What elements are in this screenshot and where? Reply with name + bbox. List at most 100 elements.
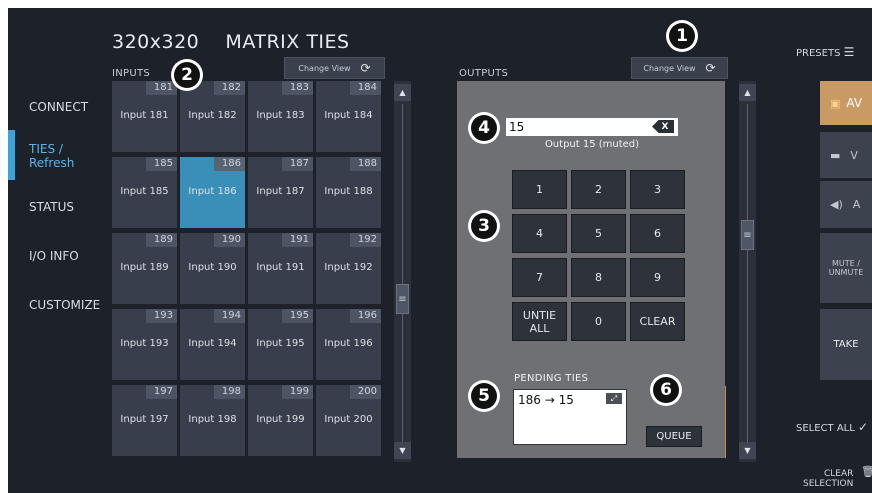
- input-cell[interactable]: 181 Input 181: [112, 81, 177, 152]
- key-8[interactable]: 8: [571, 258, 626, 297]
- output-number-field[interactable]: 15 X: [506, 118, 678, 136]
- input-label: Input 186: [188, 186, 237, 197]
- mute-unmute-button[interactable]: MUTE / UNMUTE: [820, 233, 872, 303]
- input-cell[interactable]: 185 Input 185: [112, 157, 177, 228]
- input-number: 197: [146, 385, 177, 399]
- input-cell[interactable]: 194 Input 194: [180, 309, 245, 380]
- input-number: 200: [350, 385, 381, 399]
- outputs-scroll-down-button[interactable]: ▼: [739, 442, 756, 459]
- take-button[interactable]: TAKE: [820, 309, 872, 380]
- outputs-change-view-button[interactable]: Change View ⟳: [631, 57, 728, 79]
- inputs-scroll-down-button[interactable]: ▼: [394, 442, 411, 459]
- pending-tie-entry: 186 → 15: [518, 393, 574, 407]
- queue-button[interactable]: QUEUE: [646, 426, 702, 447]
- input-number: 189: [146, 233, 177, 247]
- key-3[interactable]: 3: [630, 170, 685, 209]
- key-1[interactable]: 1: [512, 170, 567, 209]
- backspace-icon[interactable]: X: [652, 120, 674, 133]
- presets-label: PRESETS: [796, 48, 841, 59]
- clear-selection-label: CLEAR SELECTION: [803, 469, 854, 489]
- input-cell[interactable]: 196 Input 196: [316, 309, 381, 380]
- key-6[interactable]: 6: [630, 214, 685, 253]
- callout-6: 6: [650, 374, 682, 406]
- nav-status[interactable]: STATUS: [8, 200, 108, 214]
- nav-ties-refresh[interactable]: TIES / Refresh: [8, 142, 108, 170]
- input-cell[interactable]: 197 Input 197: [112, 385, 177, 456]
- key-0[interactable]: 0: [571, 302, 626, 341]
- input-label: Input 189: [120, 262, 169, 273]
- input-label: Input 198: [188, 414, 237, 425]
- av-label: AV: [846, 96, 863, 110]
- input-label: Input 196: [324, 338, 373, 349]
- inputs-change-view-button[interactable]: Change View ⟳: [284, 57, 385, 79]
- input-cell[interactable]: 191 Input 191: [248, 233, 313, 304]
- pending-ties-label: PENDING TIES: [514, 373, 589, 384]
- app-window: 320x320 MATRIX TIES CONNECT TIES / Refre…: [8, 8, 872, 493]
- key-5[interactable]: 5: [571, 214, 626, 253]
- trash-icon[interactable]: 🗑: [861, 465, 872, 478]
- input-number: 186: [214, 157, 245, 171]
- monitor-speaker-icon: ▣: [830, 96, 841, 110]
- outputs-label: OUTPUTS: [459, 68, 509, 79]
- input-label: Input 185: [120, 186, 169, 197]
- input-cell[interactable]: 182 Input 182: [180, 81, 245, 152]
- input-label: Input 182: [188, 110, 237, 121]
- expand-icon[interactable]: ⤢: [606, 393, 622, 404]
- speaker-icon: ◀): [830, 198, 843, 211]
- untie-all-button[interactable]: UNTIE ALL: [512, 302, 567, 341]
- input-cell[interactable]: 192 Input 192: [316, 233, 381, 304]
- input-cell[interactable]: 190 Input 190: [180, 233, 245, 304]
- nav-customize[interactable]: CUSTOMIZE: [8, 298, 108, 312]
- refresh-icon: ⟳: [705, 61, 716, 75]
- presets-button[interactable]: PRESETS ☰: [796, 45, 854, 59]
- select-all-button[interactable]: SELECT ALL ✓: [796, 420, 868, 434]
- clear-selection-button[interactable]: CLEAR SELECTION: [803, 459, 853, 489]
- key-9[interactable]: 9: [630, 258, 685, 297]
- nav-connect[interactable]: CONNECT: [8, 100, 108, 114]
- input-cell[interactable]: 184 Input 184: [316, 81, 381, 152]
- video-button[interactable]: ▬ V: [820, 132, 872, 178]
- input-cell[interactable]: 195 Input 195: [248, 309, 313, 380]
- input-label: Input 192: [324, 262, 373, 273]
- input-number: 192: [350, 233, 381, 247]
- refresh-icon: ⟳: [360, 61, 371, 75]
- input-label: Input 193: [120, 338, 169, 349]
- callout-number: 3: [471, 213, 497, 239]
- check-circle-icon: ✓: [858, 420, 869, 434]
- input-number: 185: [146, 157, 177, 171]
- input-label: Input 191: [256, 262, 305, 273]
- key-4[interactable]: 4: [512, 214, 567, 253]
- input-cell[interactable]: 187 Input 187: [248, 157, 313, 228]
- input-cell[interactable]: 200 Input 200: [316, 385, 381, 456]
- input-cell[interactable]: 188 Input 188: [316, 157, 381, 228]
- audio-button[interactable]: ◀) A: [820, 181, 872, 228]
- select-all-label: SELECT ALL: [796, 423, 855, 434]
- input-cell[interactable]: 183 Input 183: [248, 81, 313, 152]
- nav-io-info[interactable]: I/O INFO: [8, 249, 108, 263]
- callout-4: 4: [468, 112, 500, 144]
- inputs-scroll-up-button[interactable]: ▲: [394, 84, 411, 101]
- input-number: 193: [146, 309, 177, 323]
- outputs-scroll-up-button[interactable]: ▲: [739, 84, 756, 101]
- key-2[interactable]: 2: [571, 170, 626, 209]
- clear-button[interactable]: CLEAR: [630, 302, 685, 341]
- input-cell[interactable]: 199 Input 199: [248, 385, 313, 456]
- output-number-value: 15: [509, 120, 525, 134]
- input-cell[interactable]: 189 Input 189: [112, 233, 177, 304]
- input-cell[interactable]: 193 Input 193: [112, 309, 177, 380]
- av-button[interactable]: ▣ AV: [820, 81, 872, 125]
- a-label: A: [852, 198, 861, 211]
- input-number: 196: [350, 309, 381, 323]
- outputs-scroll-thumb[interactable]: ≡: [741, 220, 754, 250]
- callout-number: 4: [471, 115, 497, 141]
- input-number: 195: [282, 309, 313, 323]
- input-label: Input 183: [256, 110, 305, 121]
- key-7[interactable]: 7: [512, 258, 567, 297]
- input-cell[interactable]: 186 Input 186: [180, 157, 245, 228]
- scroll-track-line: [402, 104, 403, 442]
- inputs-scroll-thumb[interactable]: ≡: [396, 284, 409, 314]
- input-number: 194: [214, 309, 245, 323]
- input-cell[interactable]: 198 Input 198: [180, 385, 245, 456]
- input-label: Input 194: [188, 338, 237, 349]
- input-label: Input 195: [256, 338, 305, 349]
